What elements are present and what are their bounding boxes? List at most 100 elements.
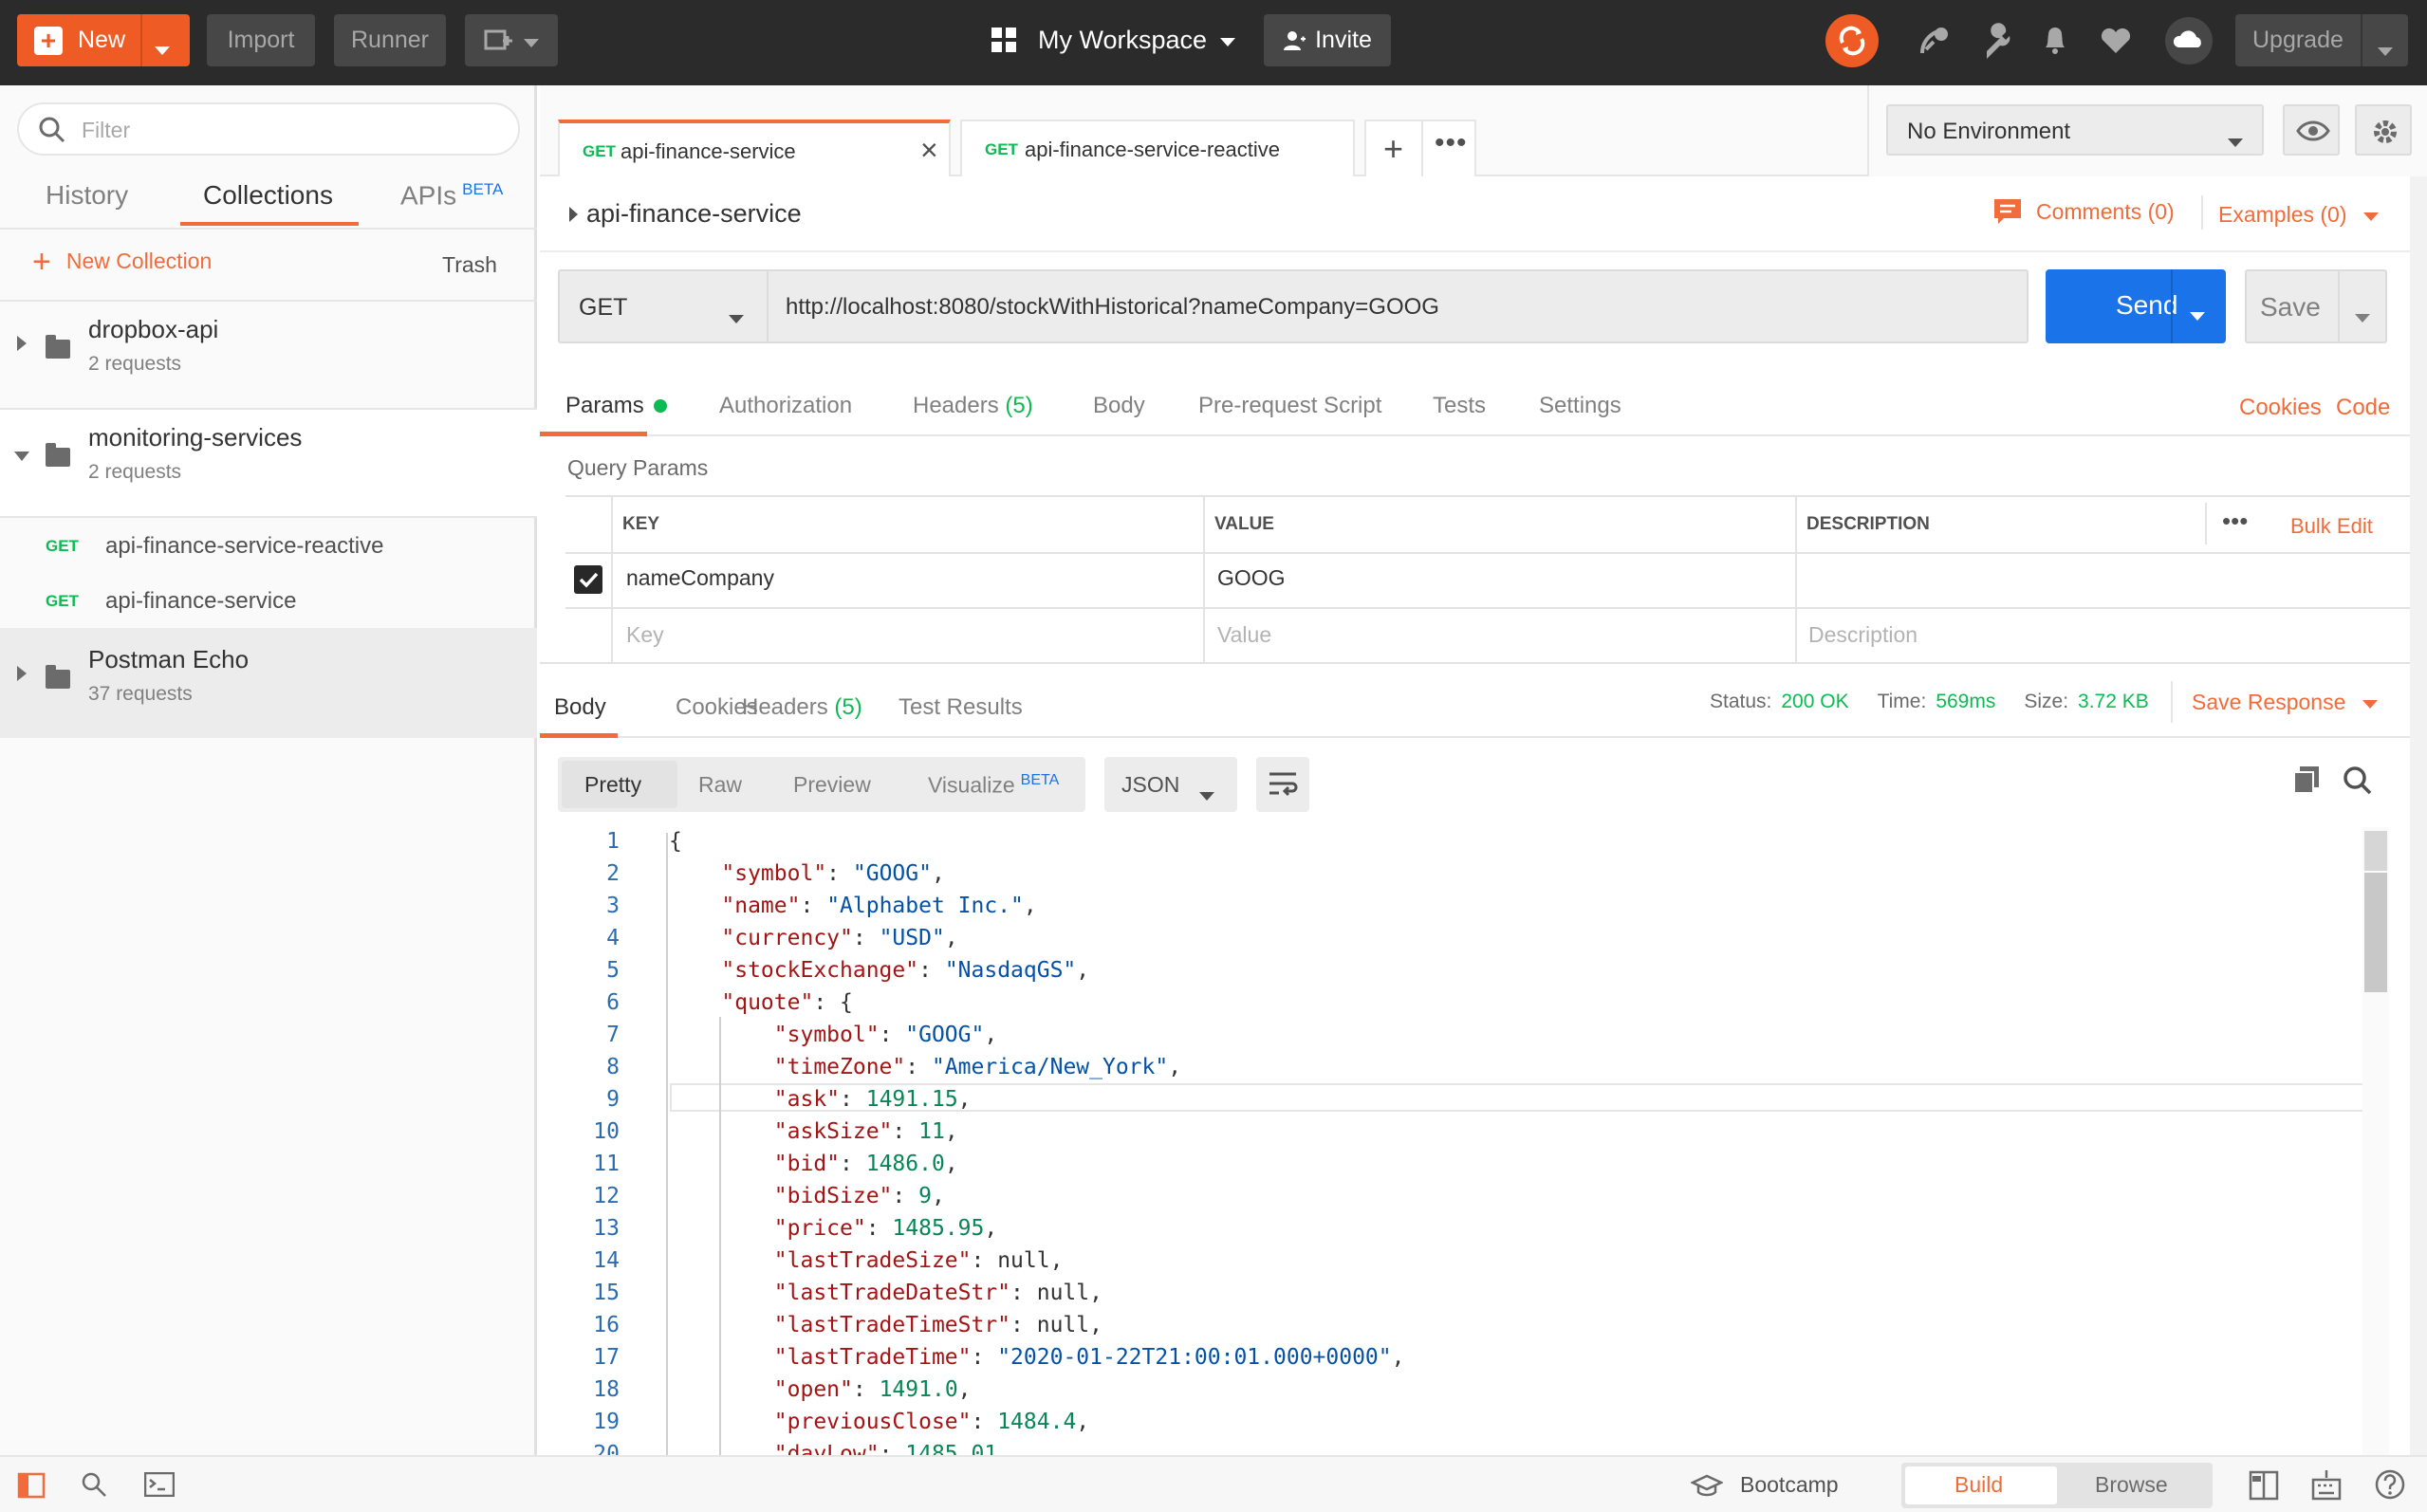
raw-button[interactable]: Raw <box>698 772 742 798</box>
cookies-link[interactable]: Cookies <box>2239 395 2322 421</box>
request-tab-active[interactable]: GET api-finance-service × <box>558 120 951 176</box>
search-icon[interactable] <box>2342 765 2374 797</box>
scrollbar-thumb[interactable] <box>2364 873 2387 992</box>
upgrade-button[interactable]: Upgrade <box>2235 14 2408 66</box>
import-button[interactable]: Import <box>207 14 315 66</box>
visualize-button[interactable]: Visualize BETA <box>928 772 1059 799</box>
tab-headers[interactable]: Headers (5) <box>913 393 1033 419</box>
save-response-button[interactable]: Save Response <box>2192 689 2379 715</box>
two-pane-view-icon[interactable] <box>2249 1470 2279 1501</box>
chevron-right-icon[interactable] <box>569 207 578 222</box>
preview-button[interactable]: Preview <box>793 772 871 798</box>
more-icon[interactable]: ••• <box>1435 127 1468 159</box>
new-collection-button[interactable]: + New Collection <box>32 246 212 278</box>
wrench-icon[interactable] <box>1979 21 2017 59</box>
url-input[interactable]: http://localhost:8080/stockWithHistorica… <box>767 269 2029 343</box>
chevron-right-icon[interactable] <box>17 336 27 351</box>
save-button[interactable]: Save <box>2245 269 2387 343</box>
request-item[interactable]: GET api-finance-service <box>0 573 537 628</box>
request-title[interactable]: api-finance-service <box>586 199 802 229</box>
bell-icon[interactable] <box>2036 21 2074 59</box>
new-button[interactable]: + New <box>17 14 190 66</box>
main-scrollbar[interactable] <box>2410 176 2427 1455</box>
wrap-lines-button[interactable] <box>1256 757 1309 812</box>
tab-body[interactable]: Body <box>1093 393 1145 419</box>
environment-quick-look-button[interactable] <box>2283 104 2340 156</box>
description-input[interactable]: Description <box>1808 622 1918 648</box>
tab-pre-request-script[interactable]: Pre-request Script <box>1198 393 1381 419</box>
filter-input[interactable]: Filter <box>17 102 520 156</box>
chevron-down-icon[interactable] <box>14 452 29 461</box>
request-tab[interactable]: GET api-finance-service-reactive <box>960 120 1355 176</box>
time-value[interactable]: 569ms <box>1936 691 1995 713</box>
environment-select[interactable]: No Environment <box>1886 104 2264 156</box>
copy-icon[interactable] <box>2290 765 2323 797</box>
console-icon[interactable] <box>144 1472 175 1497</box>
help-icon[interactable] <box>2374 1468 2406 1501</box>
tab-authorization[interactable]: Authorization <box>719 393 852 419</box>
code-link[interactable]: Code <box>2336 395 2390 421</box>
satellite-icon[interactable] <box>1917 21 1955 59</box>
chevron-down-icon[interactable] <box>2190 301 2205 327</box>
method-select[interactable]: GET <box>558 269 769 343</box>
size-value[interactable]: 3.72 KB <box>2078 691 2149 713</box>
gear-icon <box>2374 120 2397 143</box>
keyboard-shortcuts-icon[interactable] <box>2311 1468 2342 1501</box>
pretty-button[interactable]: Pretty <box>584 772 641 798</box>
tab-tests[interactable]: Tests <box>1433 393 1486 419</box>
line-number: 7 <box>606 1023 620 1047</box>
add-tab-icon[interactable]: + <box>1383 129 1403 169</box>
column-header-description: DESCRIPTION <box>1806 514 1930 534</box>
param-value[interactable]: GOOG <box>1217 565 1286 591</box>
param-checkbox[interactable] <box>574 565 602 594</box>
workspace-switcher[interactable]: My Workspace <box>991 21 1236 59</box>
heart-icon[interactable] <box>2097 21 2135 59</box>
collection-item[interactable]: Postman Echo 37 requests <box>0 628 537 738</box>
code-line: "lastTradeTime": "2020-01-22T21:00:01.00… <box>773 1345 1405 1370</box>
trash-button[interactable]: Trash <box>442 252 497 278</box>
bootcamp-link[interactable]: Bootcamp <box>1740 1472 1839 1498</box>
close-icon[interactable]: × <box>920 133 938 168</box>
examples-button[interactable]: Examples (0) <box>2218 201 2380 228</box>
collection-item[interactable]: dropbox-api 2 requests <box>0 302 537 408</box>
browse-button[interactable]: Browse <box>2095 1472 2168 1498</box>
response-tab-body[interactable]: Body <box>554 694 606 721</box>
chevron-down-icon[interactable] <box>2378 35 2393 63</box>
tab-apis[interactable]: APIs BETA <box>400 180 503 211</box>
view-mode-toggle: Pretty Raw Preview Visualize BETA <box>558 757 1085 812</box>
collection-item[interactable]: monitoring-services 2 requests <box>0 410 537 516</box>
chevron-down-icon[interactable] <box>2355 303 2370 329</box>
chevron-right-icon[interactable] <box>17 666 27 681</box>
response-body-viewer[interactable]: 1 {2 "symbol": "GOOG", 3 "name": "Alphabet… <box>540 825 2399 1455</box>
vertical-scrollbar[interactable] <box>2362 827 2389 1455</box>
value-input[interactable]: Value <box>1217 622 1271 648</box>
line-number: 8 <box>606 1055 620 1079</box>
tab-collections[interactable]: Collections <box>203 180 333 211</box>
tab-history[interactable]: History <box>46 180 128 211</box>
sidebar-toggle-icon[interactable] <box>17 1472 46 1499</box>
find-icon[interactable] <box>80 1470 108 1499</box>
new-window-button[interactable] <box>465 14 558 66</box>
invite-button[interactable]: Invite <box>1264 14 1391 66</box>
format-select[interactable]: JSON <box>1104 757 1237 812</box>
key-input[interactable]: Key <box>626 622 664 648</box>
active-tab-indicator <box>540 432 647 436</box>
request-item[interactable]: GET api-finance-service-reactive <box>0 518 537 573</box>
status-value[interactable]: 200 OK <box>1781 691 1848 713</box>
runner-button[interactable]: Runner <box>334 14 446 66</box>
account-cloud-button[interactable] <box>2165 17 2213 65</box>
new-dropdown-icon[interactable] <box>155 35 170 62</box>
comments-button[interactable]: Comments (0) <box>1992 197 2175 226</box>
check-icon <box>579 572 599 588</box>
send-button[interactable]: Send <box>2046 269 2226 343</box>
tab-params[interactable]: Params <box>565 393 667 419</box>
bulk-edit-button[interactable]: Bulk Edit <box>2290 514 2373 539</box>
more-icon[interactable]: ••• <box>2222 507 2248 536</box>
param-key[interactable]: nameCompany <box>626 565 774 591</box>
sync-button[interactable] <box>1825 14 1879 67</box>
manage-environments-button[interactable] <box>2355 104 2412 156</box>
response-tab-headers[interactable]: Headers (5) <box>742 694 862 721</box>
response-tab-test-results[interactable]: Test Results <box>899 694 1023 721</box>
build-button[interactable]: Build <box>1955 1472 2003 1498</box>
tab-settings[interactable]: Settings <box>1539 393 1621 419</box>
